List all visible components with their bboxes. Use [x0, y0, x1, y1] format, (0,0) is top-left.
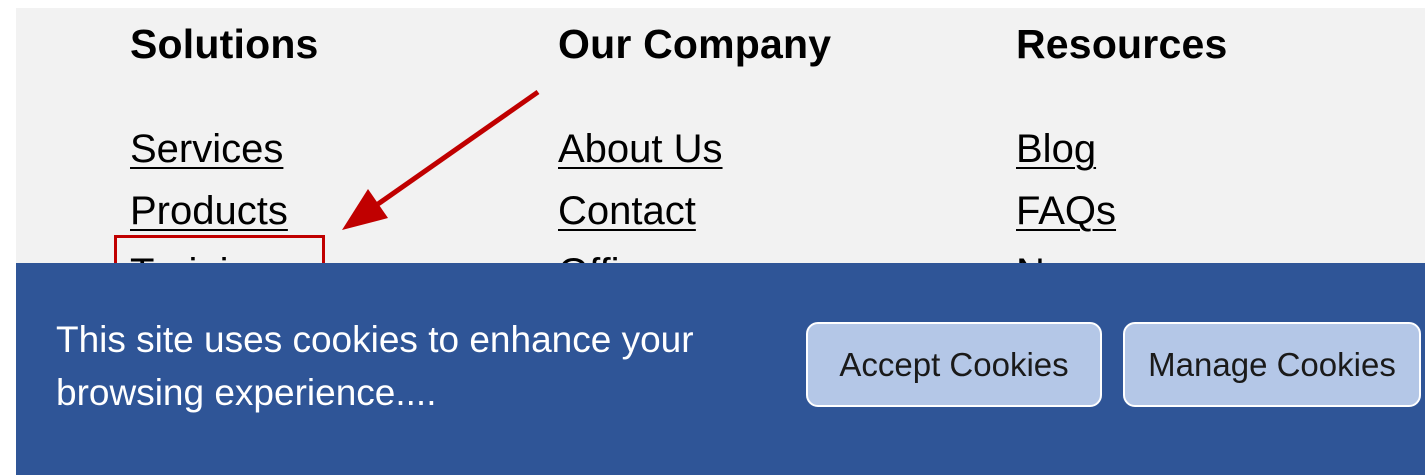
footer-panel: Solutions Services Products Training Our… [16, 8, 1425, 475]
link-services[interactable]: Services [130, 127, 283, 171]
column-heading-resources: Resources [1016, 21, 1228, 67]
footer-column-resources: Resources Blog FAQs Newsroom [1016, 21, 1228, 295]
link-blog[interactable]: Blog [1016, 127, 1096, 171]
link-about-us[interactable]: About Us [558, 127, 723, 171]
link-products[interactable]: Products [130, 189, 288, 233]
link-faqs[interactable]: FAQs [1016, 189, 1116, 233]
column-heading-solutions: Solutions [130, 21, 319, 67]
accept-cookies-button[interactable]: Accept Cookies [806, 322, 1102, 407]
cookie-banner: This site uses cookies to enhance your b… [16, 263, 1425, 475]
manage-cookies-button[interactable]: Manage Cookies [1123, 322, 1421, 407]
cookie-message: This site uses cookies to enhance your b… [56, 319, 694, 413]
column-heading-our-company: Our Company [558, 21, 832, 67]
footer-column-our-company: Our Company About Us Contact Offices [558, 21, 832, 295]
link-contact[interactable]: Contact [558, 189, 696, 233]
footer-column-solutions: Solutions Services Products Training [130, 21, 319, 295]
